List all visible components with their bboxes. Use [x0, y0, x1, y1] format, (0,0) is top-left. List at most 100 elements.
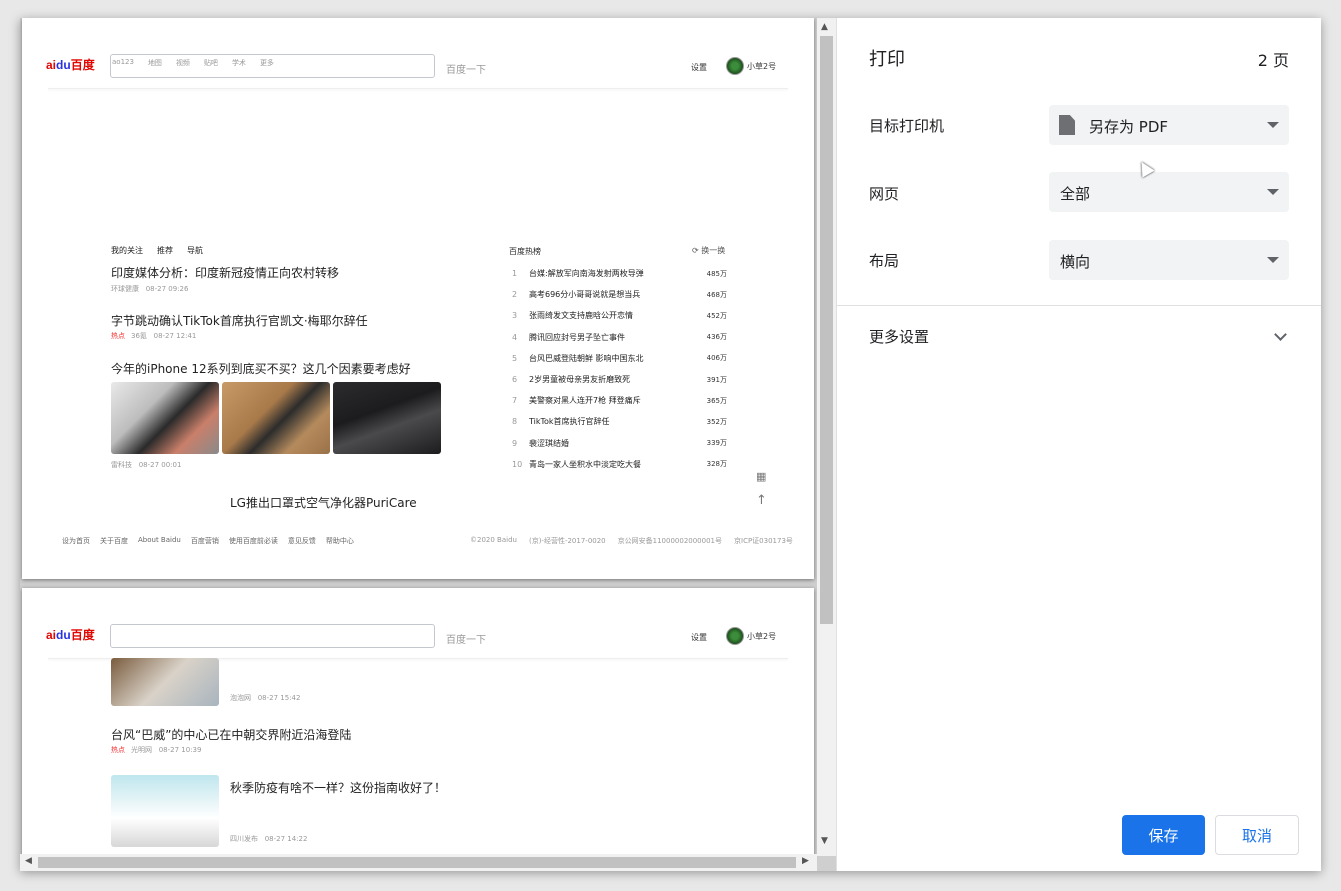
avatar	[726, 627, 744, 645]
settings-link: 设置	[691, 63, 707, 72]
save-button[interactable]: 保存	[1122, 815, 1205, 855]
news-image	[333, 382, 441, 454]
scroll-thumb[interactable]	[820, 36, 833, 624]
feed-tabs: 我的关注 推荐 导航	[111, 245, 203, 256]
hot-list-item: 6 2岁男童被母亲男友折磨致死 391万	[512, 375, 727, 385]
pages-value: 全部	[1060, 185, 1091, 203]
tab-following: 我的关注	[111, 246, 143, 255]
nav-link-map: 地图	[147, 59, 162, 67]
footer-link: 百度营销	[190, 537, 219, 545]
hot-list-item: 4 腾讯回应封号男子坠亡事件 436万	[512, 332, 727, 342]
search-button: 百度一下	[446, 635, 486, 646]
news-meta: 热点 36氪 08-27 12:41	[111, 332, 197, 340]
print-preview[interactable]: aidu百度 ao123 地图 视频 贴吧 学术 更多 百度一下 设置 小草2号…	[20, 18, 836, 871]
footer-link: 使用百度前必读	[228, 537, 278, 545]
hot-list-refresh: ⟳ 换一换	[692, 246, 726, 255]
pages-label: 网页	[869, 185, 900, 203]
tab-recommend: 推荐	[157, 246, 173, 255]
news-image	[111, 658, 219, 706]
footer-copyright: ©2020 Baidu (京)-经营性-2017-0020 京公网安备11000…	[470, 536, 793, 546]
print-dialog: aidu百度 ao123 地图 视频 贴吧 学术 更多 百度一下 设置 小草2号…	[20, 18, 1321, 871]
scroll-thumb[interactable]	[38, 857, 796, 868]
hot-list-item: 1 台媒:解放军向南海发射两枚导弹 485万	[512, 269, 727, 279]
nav-link-more: 更多	[259, 59, 274, 67]
footer-text: 京公网安备11000002000001号	[617, 537, 722, 545]
avatar	[726, 57, 744, 75]
dropdown-arrow-icon	[1267, 257, 1279, 263]
footer-link: 关于百度	[100, 537, 128, 545]
nav-link-xueshu: 学术	[231, 59, 246, 67]
qr-code-icon: ▦	[756, 470, 767, 483]
news-meta: 泡泡网 08-27 15:42	[230, 694, 301, 702]
hot-list-item: 7 美警察对黑人连开7枪 拜登痛斥 365万	[512, 396, 727, 406]
preview-page-1: aidu百度 ao123 地图 视频 贴吧 学术 更多 百度一下 设置 小草2号…	[22, 18, 814, 579]
news-title: 秋季防疫有啥不一样？这份指南收好了！	[230, 781, 447, 795]
footer-text: ©2020 Baidu	[470, 536, 517, 544]
news-meta: 热点 光明网 08-27 10:39	[111, 746, 202, 754]
cancel-button[interactable]: 取消	[1215, 815, 1299, 855]
footer-text: (京)-经营性-2017-0020	[528, 537, 606, 545]
news-meta: 雷科技 08-27 00:01	[111, 461, 182, 469]
chevron-down-icon[interactable]	[1274, 328, 1287, 341]
search-links: ao123 地图 视频 贴吧 学术 更多	[112, 58, 274, 68]
file-icon	[1059, 115, 1075, 135]
layout-label: 布局	[869, 252, 900, 270]
scroll-up-icon[interactable]: ▲	[821, 22, 828, 32]
footer-text: 京ICP证030173号	[734, 537, 793, 545]
nav-link-tieba: 贴吧	[203, 59, 218, 67]
header-divider	[48, 88, 788, 89]
footer-link: 意见反馈	[287, 537, 316, 545]
preview-vertical-scrollbar[interactable]: ▲ ▼	[817, 18, 836, 856]
scroll-left-icon[interactable]: ◀	[25, 856, 32, 866]
print-settings-panel: 打印 2 页 目标打印机 另存为 PDF 网页 全部 布局 横向 更多设置 保存…	[836, 18, 1321, 871]
scroll-right-icon[interactable]: ▶	[802, 856, 809, 866]
news-title: 今年的iPhone 12系列到底买不买？这几个因素要考虑好	[111, 362, 411, 376]
hot-list-item: 8 TikTok首席执行官辞任 352万	[512, 417, 727, 427]
search-box	[110, 624, 435, 648]
search-button: 百度一下	[446, 65, 486, 76]
hot-list: 1 台媒:解放军向南海发射两枚导弹 485万 2 高考696分小哥哥说就是想当兵 468…	[509, 263, 727, 475]
news-title: 台风“巴威”的中心已在中朝交界附近沿海登陆	[111, 728, 352, 742]
layout-select[interactable]: 横向	[1049, 240, 1289, 280]
dropdown-arrow-icon	[1267, 122, 1279, 128]
baidu-logo: aidu百度	[46, 58, 95, 72]
news-title: 字节跳动确认TikTok首席执行官凯文·梅耶尔辞任	[111, 314, 368, 328]
refresh-icon: ⟳	[692, 246, 699, 255]
preview-horizontal-scrollbar[interactable]: ◀ ▶	[20, 854, 817, 871]
footer-links: 设为首页 关于百度 About Baidu 百度营销 使用百度前必读 意见反馈 …	[62, 536, 354, 546]
settings-link: 设置	[691, 633, 707, 642]
news-meta: 四川发布 08-27 14:22	[230, 835, 308, 843]
partial-link: ao123	[112, 58, 134, 66]
more-settings-toggle[interactable]: 更多设置	[869, 326, 929, 347]
news-meta: 环球健康 08-27 09:26	[111, 285, 189, 293]
scroll-down-icon[interactable]: ▼	[821, 836, 828, 846]
username: 小草2号	[747, 62, 777, 71]
tab-nav: 导航	[187, 246, 203, 255]
news-image	[111, 775, 219, 847]
hot-list-item: 9 裴涩琪结婚 339万	[512, 438, 727, 448]
hot-list-title: 百度热榜	[509, 247, 541, 256]
news-title: 印度媒体分析：印度新冠疫情正向农村转移	[111, 266, 340, 280]
destination-value: 另存为 PDF	[1089, 118, 1168, 136]
news-image	[111, 382, 219, 454]
news-image	[222, 382, 330, 454]
footer-link: About Baidu	[138, 536, 181, 544]
layout-value: 横向	[1060, 253, 1091, 271]
pages-select[interactable]: 全部	[1049, 172, 1289, 212]
hot-list-item: 10 青岛一家人坐积水中淡定吃大餐 328万	[512, 459, 727, 469]
footer-link: 帮助中心	[325, 537, 354, 545]
center-news-title: LG推出口罩式空气净化器PuriCare	[230, 496, 417, 510]
page-count: 2 页	[1257, 51, 1289, 70]
nav-link-video: 视频	[175, 59, 190, 67]
preview-page-2: aidu百度 百度一下 设置 小草2号 泡泡网 08-27 15:42 台风“巴…	[22, 588, 814, 858]
destination-select[interactable]: 另存为 PDF	[1049, 105, 1289, 145]
dropdown-arrow-icon	[1267, 189, 1279, 195]
destination-label: 目标打印机	[869, 117, 945, 135]
dialog-title: 打印	[869, 49, 905, 70]
hot-list-item: 2 高考696分小哥哥说就是想当兵 468万	[512, 290, 727, 300]
baidu-logo: aidu百度	[46, 628, 95, 642]
username: 小草2号	[747, 632, 777, 641]
hot-list-item: 5 台风巴威登陆朝鲜 影响中国东北 406万	[512, 353, 727, 363]
divider	[837, 305, 1321, 306]
arrow-up-icon: ↑	[756, 493, 767, 508]
